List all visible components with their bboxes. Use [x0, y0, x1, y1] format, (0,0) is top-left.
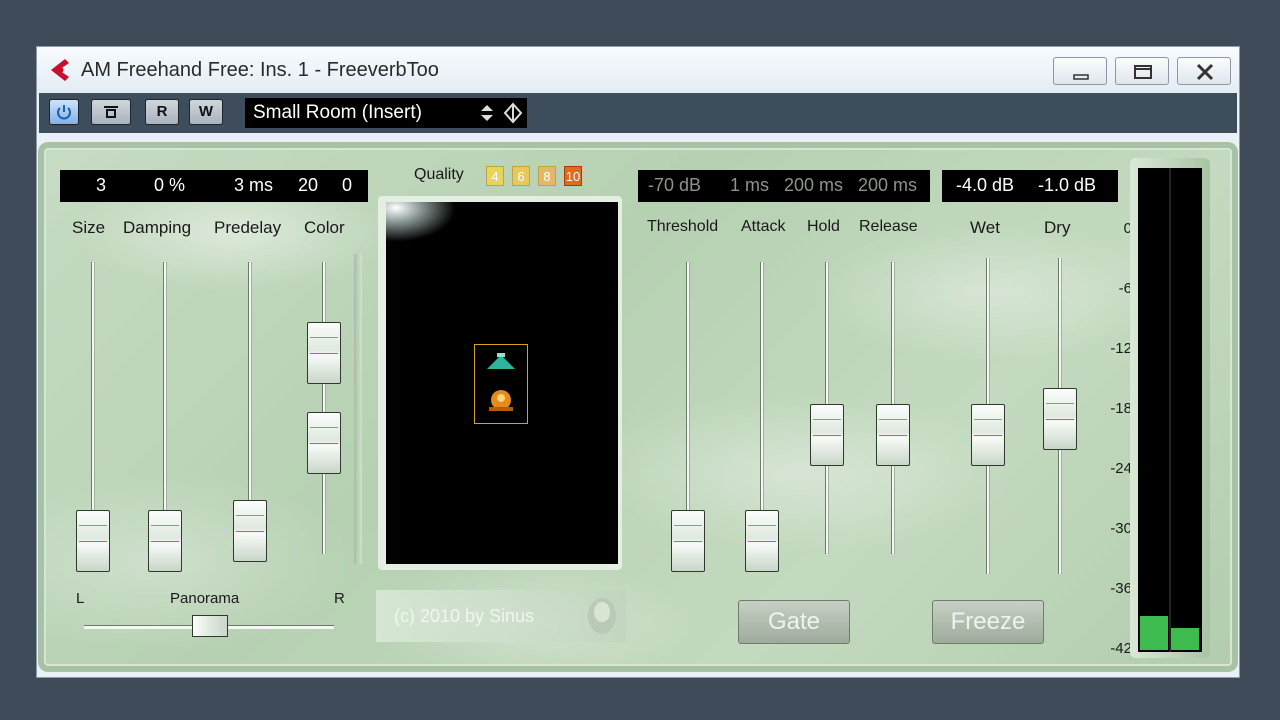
meter-scale-42: -42 [1110, 640, 1132, 657]
listener-source-box[interactable] [474, 344, 528, 424]
preset-name: Small Room (Insert) [253, 102, 422, 123]
predelay-fader-knob[interactable] [233, 500, 267, 562]
maximize-icon [1134, 65, 1152, 79]
copyright-plate: (c) 2010 by Sinus [376, 590, 626, 642]
bypass-button[interactable] [91, 99, 131, 125]
dry-label: Dry [1044, 218, 1071, 237]
dry-value: -1.0 dB [1038, 175, 1097, 195]
room-view[interactable] [386, 202, 618, 564]
minimize-button[interactable] [1053, 57, 1107, 85]
reverb-panel: 3 0 % 3 ms 20 0 Size Damping Predelay Co… [38, 142, 1238, 672]
predelay-value: 3 ms [234, 175, 274, 195]
gate-display: -70 dB 1 ms 200 ms 200 ms [638, 170, 930, 202]
panorama-slider-knob[interactable] [192, 615, 228, 637]
meter-divider [1169, 168, 1171, 652]
meter-scale-12: -12 [1110, 340, 1132, 357]
mix-display: -4.0 dB -1.0 dB [942, 170, 1118, 202]
dry-fader-knob[interactable] [1043, 388, 1077, 450]
size-fader-knob[interactable] [76, 510, 110, 572]
panorama-label: Panorama [170, 590, 240, 607]
preset-stepper-icon[interactable] [475, 101, 499, 125]
attack-label: Attack [741, 218, 786, 235]
quality-option-8[interactable]: 8 [538, 166, 556, 186]
color-label: Color [304, 218, 345, 237]
window-title: AM Freehand Free: Ins. 1 - FreeverbToo [81, 59, 439, 81]
preset-selector[interactable]: Small Room (Insert) [245, 98, 527, 128]
meter-scale-24: -24 [1110, 460, 1132, 477]
size-label: Size [72, 218, 106, 237]
wet-fader-knob[interactable] [971, 404, 1005, 466]
room-light-glare [386, 202, 456, 242]
color-value: 20 [298, 175, 319, 195]
release-fader-knob[interactable] [876, 404, 910, 466]
hold-fader-knob[interactable] [810, 404, 844, 466]
color-fader-low-knob[interactable] [307, 412, 341, 474]
quality-option-4[interactable]: 4 [486, 166, 504, 186]
predelay-label: Predelay [214, 218, 282, 237]
damping-fader-knob[interactable] [148, 510, 182, 572]
damping-value: 0 % [154, 175, 186, 195]
meter-scale-18: -18 [1110, 400, 1132, 417]
cubase-logo-icon [51, 59, 69, 81]
meter-scale-6: -6 [1118, 280, 1132, 297]
power-button[interactable] [49, 99, 79, 125]
color-value-2: 0 [342, 175, 353, 195]
release-value: 200 ms [858, 175, 918, 195]
hold-label: Hold [807, 218, 840, 235]
maximize-button[interactable] [1115, 57, 1169, 85]
threshold-fader-knob[interactable] [671, 510, 705, 572]
quality-label: Quality [414, 166, 464, 183]
bypass-icon [104, 106, 118, 118]
quality-option-10[interactable]: 10 [564, 166, 582, 186]
listener-icon [489, 390, 513, 411]
damping-label: Damping [123, 218, 192, 237]
reverb-display: 3 0 % 3 ms 20 0 [60, 170, 368, 202]
color-fader-high-knob[interactable] [307, 322, 341, 384]
freeze-button[interactable]: Freeze [932, 600, 1044, 644]
minimize-icon [1073, 74, 1089, 80]
wet-value: -4.0 dB [956, 175, 1015, 195]
color-fader-track [322, 262, 326, 554]
threshold-label: Threshold [647, 218, 719, 235]
preset-menu-icon[interactable] [501, 101, 525, 125]
author-portrait-icon [588, 598, 616, 634]
read-automation-button[interactable]: R [145, 99, 179, 125]
wet-label: Wet [970, 218, 1000, 237]
meter-scale-0: 0 [1123, 220, 1132, 237]
panorama-right-label: R [334, 590, 345, 607]
title-bar[interactable]: AM Freehand Free: Ins. 1 - FreeverbToo [37, 47, 1239, 93]
threshold-value: -70 dB [648, 175, 702, 195]
power-icon [57, 105, 71, 120]
left-channel-level [1140, 616, 1168, 650]
meter-scale-36: -36 [1110, 580, 1132, 597]
release-label: Release [859, 218, 918, 235]
copyright-text: (c) 2010 by Sinus [394, 606, 535, 626]
right-channel-level [1171, 628, 1199, 650]
write-automation-button[interactable]: W [189, 99, 223, 125]
level-meter [1138, 168, 1202, 652]
meter-scale-30: -30 [1110, 520, 1132, 537]
hold-value: 200 ms [784, 175, 844, 195]
quality-option-6[interactable]: 6 [512, 166, 530, 186]
gate-button[interactable]: Gate [738, 600, 850, 644]
size-value: 3 [96, 175, 107, 195]
close-button[interactable] [1177, 57, 1231, 85]
panorama-left-label: L [76, 590, 85, 607]
attack-value: 1 ms [730, 175, 770, 195]
attack-fader-knob[interactable] [745, 510, 779, 572]
color-range-indicator [354, 254, 362, 564]
plugin-toolbar: R W Small Room (Insert) [39, 93, 1237, 133]
close-icon [1196, 63, 1214, 81]
